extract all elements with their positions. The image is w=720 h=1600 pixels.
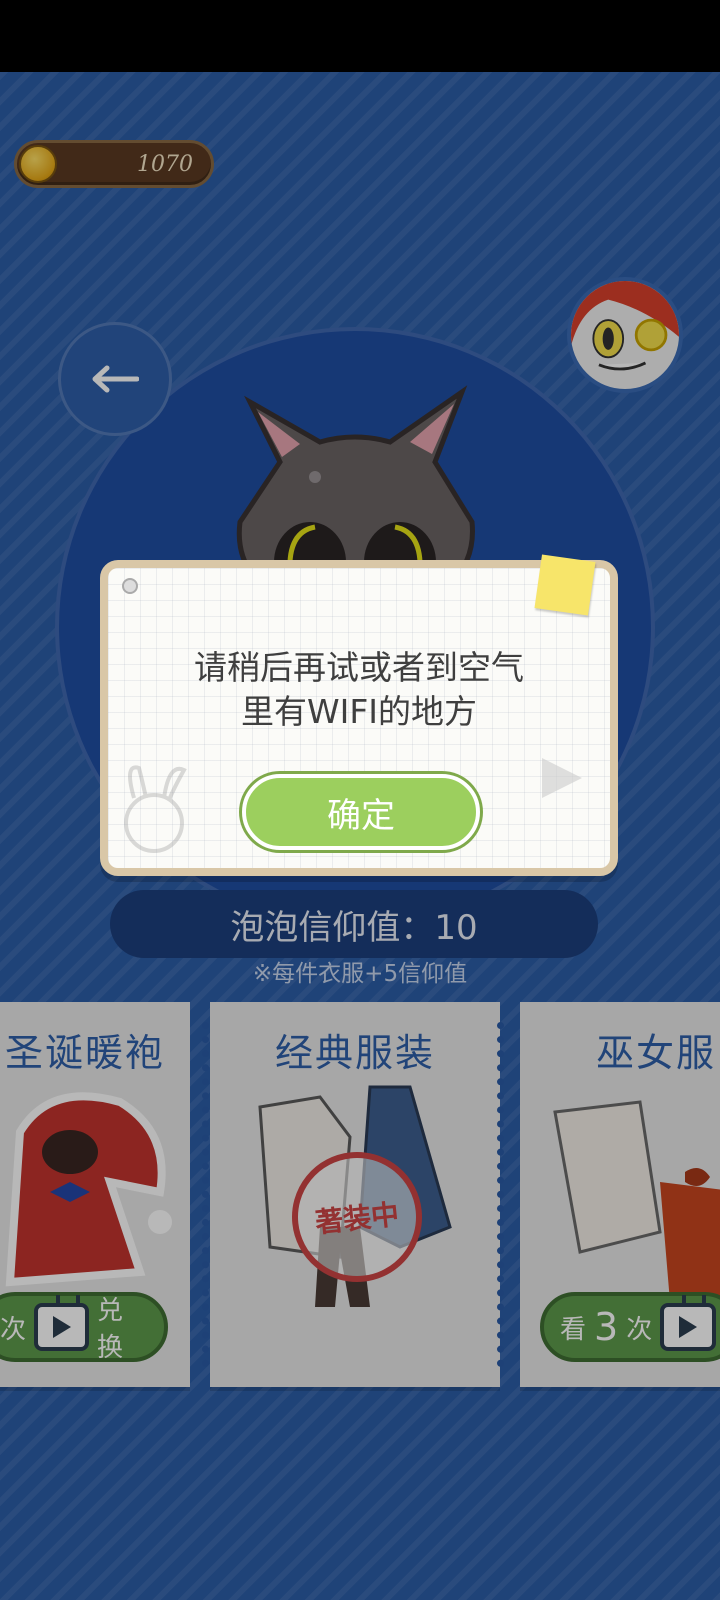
sticky-note-icon: [534, 554, 596, 616]
dialog-message-line2: 里有WIFI的地方: [240, 692, 478, 731]
pin-icon: [122, 578, 138, 594]
status-bar: [0, 0, 720, 72]
confirm-button[interactable]: 确定: [242, 774, 480, 850]
triangle-decoration-icon: [542, 758, 582, 798]
dialog-message-line1: 请稍后再试或者到空气: [194, 648, 524, 687]
network-error-dialog: 请稍后再试或者到空气 里有WIFI的地方 确定: [100, 554, 618, 876]
bunny-icon: [124, 765, 187, 853]
dialog-message: 请稍后再试或者到空气 里有WIFI的地方: [138, 646, 580, 734]
